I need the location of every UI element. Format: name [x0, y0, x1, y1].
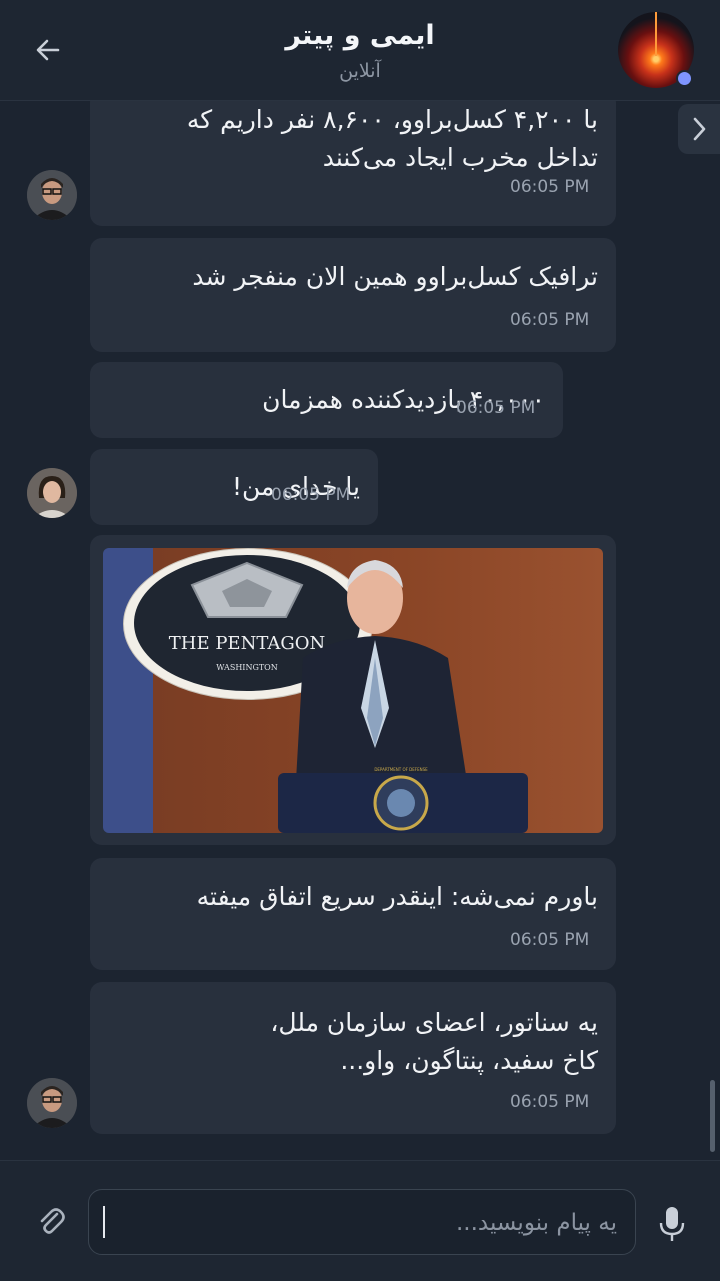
paperclip-icon[interactable] — [36, 1205, 66, 1239]
person-avatar-icon — [27, 468, 77, 518]
scrollbar[interactable] — [710, 1080, 715, 1152]
speaker-figure — [278, 560, 528, 833]
person-avatar-icon — [27, 1078, 77, 1128]
message-text: کاخ سفید، پنتاگون، واو... — [340, 1046, 598, 1075]
message-photo[interactable]: THE PENTAGON WASHINGTON DEPARTMENT OF DE… — [103, 548, 603, 833]
message-bubble[interactable]: یا خدای من! 06:05 PM — [90, 449, 378, 525]
microphone-icon[interactable] — [658, 1205, 686, 1243]
chat-title: ایمی و پیتر — [285, 20, 435, 51]
message-time: 06:05 PM — [456, 398, 536, 418]
message-bubble[interactable]: با ۴,۲۰۰ کسل‌براوو، ۸,۶۰۰ نفر داریم که ت… — [90, 101, 616, 226]
message-bubble[interactable]: ۴۰,۰۰۰ بازدیدکننده همزمان 06:05 PM — [90, 362, 563, 438]
online-indicator — [676, 70, 693, 87]
message-time: 06:05 PM — [510, 310, 590, 330]
avatar[interactable] — [27, 170, 77, 220]
message-text: تداخل مخرب ایجاد می‌کنند — [322, 143, 598, 172]
chat-header: ایمی و پیتر آنلاین — [0, 0, 720, 101]
message-time: 06:05 PM — [510, 930, 590, 950]
person-avatar-icon — [27, 170, 77, 220]
avatar[interactable] — [27, 1078, 77, 1128]
message-input-box[interactable] — [88, 1189, 636, 1256]
online-status: آنلاین — [339, 60, 381, 82]
message-time: 06:05 PM — [510, 1092, 590, 1112]
message-bubble[interactable]: ترافیک کسل‌براوو همین الان منفجر شد 06:0… — [90, 238, 616, 352]
message-time: 06:05 PM — [271, 485, 351, 505]
message-text: با ۴,۲۰۰ کسل‌براوو، ۸,۶۰۰ نفر داریم که — [186, 105, 598, 134]
avatar[interactable] — [27, 468, 77, 518]
message-bubble[interactable]: باورم نمی‌شه: اینقدر سریع اتفاق میفته 06… — [90, 858, 616, 970]
message-input[interactable] — [107, 1190, 619, 1256]
composer-bar — [0, 1160, 720, 1281]
message-time: 06:05 PM — [510, 177, 590, 197]
message-text: باورم نمی‌شه: اینقدر سریع اتفاق میفته — [196, 882, 598, 911]
message-text: ترافیک کسل‌براوو همین الان منفجر شد — [192, 262, 598, 291]
text-cursor — [103, 1206, 105, 1238]
message-bubble[interactable]: یه سناتور، اعضای سازمان ملل، کاخ سفید، پ… — [90, 982, 616, 1134]
message-list[interactable]: با ۴,۲۰۰ کسل‌براوو، ۸,۶۰۰ نفر داریم که ت… — [0, 101, 720, 1160]
seal-text: DEPARTMENT OF DEFENSE — [374, 767, 428, 772]
message-text: یه سناتور، اعضای سازمان ملل، — [270, 1008, 598, 1037]
